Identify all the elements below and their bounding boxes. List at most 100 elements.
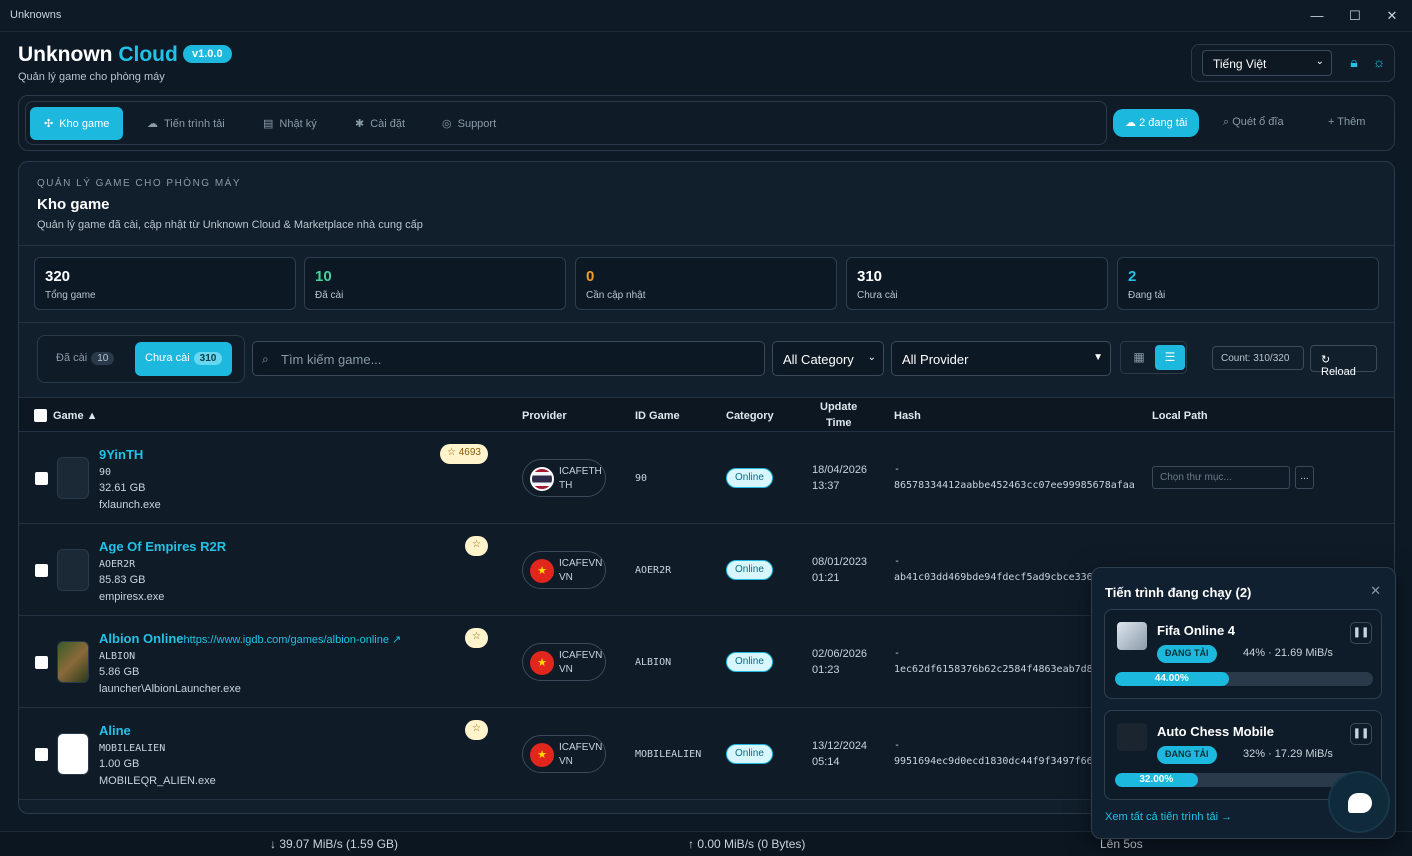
provider-badge: ★ ICAFEVN VN (522, 551, 606, 589)
favorite-star-badge[interactable]: ☆ (465, 536, 488, 556)
game-id: ALBION (99, 651, 136, 662)
row-checkbox[interactable] (35, 656, 48, 669)
category-badge: Online (726, 652, 773, 672)
favorite-star-badge[interactable]: ☆ (465, 720, 488, 740)
close-button[interactable]: ✕ (1382, 6, 1402, 26)
game-name[interactable]: Age Of Empires R2R (99, 539, 226, 554)
stat-installed: 10 Đã cài (304, 257, 566, 310)
provider-text: ICAFEVN VN (559, 649, 602, 677)
provider-text: ICAFEVN VN (559, 741, 602, 769)
cloud-upload-icon: ☁ (1125, 117, 1140, 129)
table-row: 9YinTH 90 32.61 GB fxlaunch.exe ☆ 4693 I… (19, 432, 1394, 524)
close-icon[interactable]: ✕ (1370, 583, 1381, 599)
game-name[interactable]: 9YinTH (99, 447, 143, 462)
update-date: 18/04/2026 (812, 464, 868, 476)
row-checkbox[interactable] (35, 748, 48, 761)
count-badge: 310 (193, 352, 223, 365)
local-path-input[interactable]: Chọn thư mục... (1152, 466, 1290, 489)
game-name[interactable]: Albion Onlinehttps://www.igdb.com/games/… (99, 631, 401, 646)
pause-icon[interactable]: ❚❚ (1350, 622, 1372, 644)
maximize-button[interactable]: ☐ (1345, 6, 1365, 26)
provider-country: TH (559, 480, 573, 491)
game-thumbnail (57, 641, 89, 683)
game-thumbnail (57, 733, 89, 775)
caret-down-icon: ▼ (1093, 352, 1103, 363)
hash-value: - ab41c03dd469bde94fdecf5ad9cbce336b (894, 554, 1099, 586)
download-speed: ↓ 39.07 MiB/s (1.59 GB) (270, 837, 399, 851)
gamepad-thumbnail-icon (1117, 723, 1147, 751)
favorite-star-badge[interactable]: ☆ 4693 (440, 444, 488, 464)
favorite-star-badge[interactable]: ☆ (465, 628, 488, 648)
tab-log[interactable]: ▤ Nhật ký (249, 107, 331, 140)
tab-download-progress[interactable]: ☁ Tiến trình tải (133, 107, 239, 140)
hash-value: - 1ec62df6158376b62c2584f4863eab7d8c (894, 646, 1099, 678)
section-description: Quản lý game đã cài, cập nhật từ Unknown… (37, 219, 423, 231)
igdb-link[interactable]: https://www.igdb.com/games/albion-online… (184, 634, 402, 646)
reload-button[interactable]: ↻ Reload (1310, 345, 1377, 378)
stat-value: 0 (586, 268, 595, 285)
id-game: 90 (635, 473, 648, 484)
update-clock: 01:21 (812, 572, 840, 584)
tab-kho-game[interactable]: ✣ Kho game (30, 107, 124, 140)
search-input[interactable]: ⌕ Tìm kiếm game... (252, 341, 765, 376)
provider-country: VN (559, 664, 573, 675)
add-label: Thêm (1337, 116, 1366, 128)
filter-installed-button[interactable]: Đã cài 10 (46, 342, 124, 376)
row-checkbox[interactable] (35, 472, 48, 485)
theme-sun-icon[interactable]: ☼ (1370, 54, 1388, 72)
game-thumbnail (1117, 622, 1147, 650)
category-badge: Online (726, 468, 773, 488)
view-all-downloads-link[interactable]: Xem tất cả tiến trình tải → (1105, 811, 1232, 823)
progress-fill: 32.00% (1115, 773, 1198, 787)
game-exe: fxlaunch.exe (99, 499, 161, 511)
hash-dash: - (894, 464, 901, 475)
stat-label: Đã cài (315, 290, 344, 301)
stat-label: Tổng game (45, 290, 96, 301)
scan-drive-button[interactable]: ⌕ Quét ổ đĩa (1223, 116, 1284, 129)
add-button[interactable]: + Thêm (1328, 116, 1365, 128)
filter-label: Đã cài (56, 352, 88, 364)
category-badge: Online (726, 560, 773, 580)
game-name[interactable]: Aline (99, 723, 131, 738)
chat-button[interactable] (1328, 771, 1390, 833)
stat-label: Đang tải (1128, 290, 1166, 301)
download-name: Fifa Online 4 (1157, 623, 1236, 638)
minimize-button[interactable]: — (1307, 6, 1327, 26)
downloading-pill[interactable]: ☁ 2 đang tải (1113, 109, 1200, 137)
main-nav: ✣ Kho game ☁ Tiến trình tải ▤ Nhật ký ✱ Cài … (18, 95, 1395, 151)
category-select[interactable]: All Category ⌄ (772, 341, 884, 376)
game-exe: launcher\AlbionLauncher.exe (99, 683, 241, 695)
tab-label: Tiến trình tải (164, 118, 225, 130)
game-thumbnail (57, 457, 89, 499)
scan-label: Quét ổ đĩa (1232, 116, 1284, 128)
filter-not-installed-button[interactable]: Chưa cài 310 (135, 342, 233, 376)
column-game[interactable]: Game ▲ (53, 410, 98, 422)
game-id: AOER2R (99, 559, 136, 570)
hash-text: 9951694ec9d0ecd1830dc44f9f3497f66e (894, 756, 1099, 767)
provider-select[interactable]: All Provider ▼ (891, 341, 1111, 376)
lock-icon[interactable]: 🔒︎ (1345, 54, 1363, 72)
tab-settings[interactable]: ✱ Cài đặt (341, 107, 419, 140)
download-info: 32% · 17.29 MiB/s (1243, 748, 1333, 760)
tab-support[interactable]: ◎ Support (428, 107, 510, 140)
provider-value: All Provider (902, 352, 969, 367)
select-all-checkbox[interactable] (34, 409, 47, 422)
update-date: 08/01/2023 (812, 556, 868, 568)
language-select[interactable]: Tiếng Việt ⌄ (1202, 50, 1332, 76)
hash-text: ab41c03dd469bde94fdecf5ad9cbce336b (894, 572, 1099, 583)
popup-title: Tiến trình đang chạy (2) (1105, 585, 1252, 600)
row-checkbox[interactable] (35, 564, 48, 577)
grid-view-icon[interactable]: ▦ (1124, 345, 1154, 370)
hash-value: - 86578334412aabbe452463cc07ee99985678afa… (894, 462, 1135, 494)
update-time: 08/01/2023 01:21 (812, 554, 867, 586)
browse-button[interactable]: ... (1295, 466, 1314, 489)
cloud-icon: ☁ (147, 118, 158, 130)
header-controls: Tiếng Việt ⌄ 🔒︎ ☼ (1191, 44, 1395, 82)
list-view-icon[interactable]: ☰ (1155, 345, 1185, 370)
pause-icon[interactable]: ❚❚ (1350, 723, 1372, 745)
title-bar: Unknowns — ☐ ✕ (0, 0, 1412, 32)
category-value: All Category (783, 352, 854, 367)
log-icon: ▤ (263, 118, 274, 130)
hash-text: 1ec62df6158376b62c2584f4863eab7d8c (894, 664, 1099, 675)
chevron-down-icon: ⌄ (1315, 56, 1324, 67)
